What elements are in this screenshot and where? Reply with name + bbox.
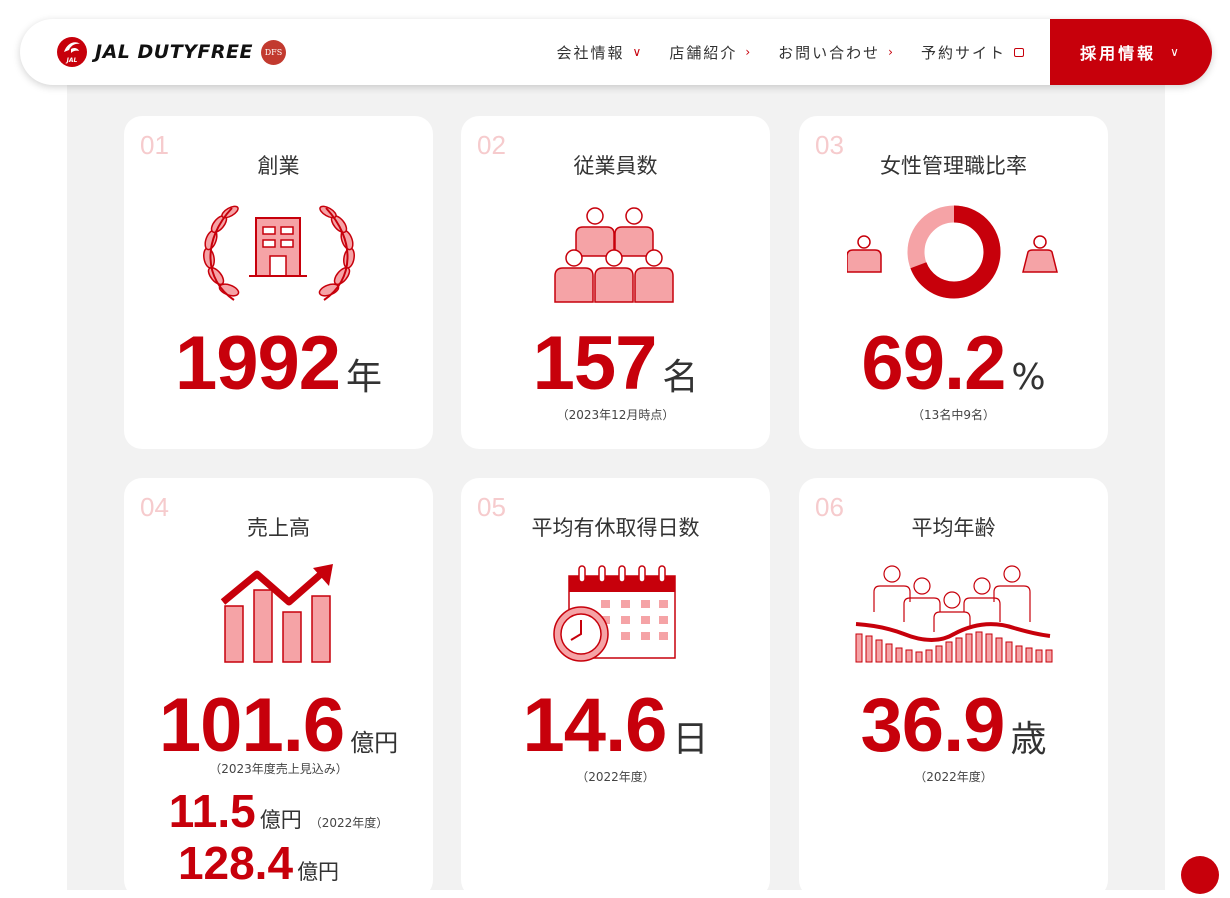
logo-wordmark: JAL DUTYFREE — [95, 41, 253, 63]
card-title: 創業 — [257, 154, 300, 178]
stat-card-female-managers: 03 女性管理職比率 69.2 % （13名中9名） — [799, 116, 1108, 449]
nav-reservation-site[interactable]: 予約サイト — [921, 42, 1024, 63]
chevron-right-icon: › — [745, 45, 753, 59]
stat-note: （13名中9名） — [912, 408, 995, 422]
chevron-down-icon: ∨ — [632, 45, 644, 59]
external-link-icon — [1014, 47, 1024, 57]
stat-card-sales: 04 売上高 101.6 億円 （2023年度売上見込み） 11.5 億円 （2… — [124, 478, 433, 898]
site-logo[interactable]: JAL JAL DUTYFREE DFS — [57, 37, 286, 67]
stat-card-employees: 02 従業員数 157 名 （2023年12月時点） — [461, 116, 770, 449]
people-group-icon — [461, 200, 770, 304]
stat-sub-row: 128.4 億円 — [124, 840, 433, 886]
calendar-clock-icon — [461, 562, 770, 666]
stat-value: 69.2 — [861, 321, 1006, 406]
recruit-info-button[interactable]: 採用情報 ∨ — [1050, 19, 1212, 85]
stat-sub-row: 11.5 億円 （2022年度） — [124, 788, 433, 834]
stat-unit: 日 — [672, 719, 709, 760]
nav-company-info[interactable]: 会社情報 ∨ — [557, 42, 644, 63]
stat-value: 157 — [532, 321, 658, 406]
card-title: 売上高 — [247, 516, 310, 540]
stat-value-row: 14.6 日 — [461, 688, 770, 764]
stat-value-row: 1992 年 — [124, 326, 433, 402]
stat-value-row: 101.6 億円 — [124, 688, 433, 764]
stat-note: （2023年度売上見込み） — [209, 762, 348, 776]
stat-value: 36.9 — [860, 683, 1006, 768]
stat-sub-note: （2022年度） — [309, 816, 389, 830]
people-age-bars-icon — [799, 562, 1108, 666]
chevron-down-icon: ∨ — [1170, 45, 1182, 59]
stat-note: （2022年度） — [914, 770, 993, 784]
stat-unit: 年 — [346, 357, 383, 398]
stat-sub-value: 11.5 — [168, 785, 256, 837]
stat-sub-value: 128.4 — [177, 837, 294, 889]
main-nav: 会社情報 ∨ 店舗紹介 › お問い合わせ › 予約サイト — [557, 19, 1024, 85]
scroll-to-top-button[interactable] — [1181, 856, 1219, 894]
card-title: 平均有休取得日数 — [531, 516, 700, 540]
stat-note: （2023年12月時点） — [556, 408, 675, 422]
stat-card-founding: 01 創業 1992 年 — [124, 116, 433, 449]
jal-crane-logo-icon: JAL — [57, 37, 87, 67]
stat-value-row: 36.9 歳 — [799, 688, 1108, 764]
nav-stores[interactable]: 店舗紹介 › — [669, 42, 752, 63]
stat-card-paid-leave: 05 平均有休取得日数 14.6 日 （2022年度） — [461, 478, 770, 898]
stat-sub-unit: 億円 — [297, 860, 340, 884]
donut-ratio-icon — [799, 200, 1108, 304]
stat-value-row: 157 名 — [461, 326, 770, 402]
growth-chart-icon — [124, 562, 433, 666]
stat-sub-unit: 億円 — [259, 808, 302, 832]
card-title: 平均年齢 — [911, 516, 996, 540]
stat-unit: % — [1011, 357, 1046, 398]
stat-unit: 名 — [662, 357, 699, 398]
stat-unit: 億円 — [350, 729, 399, 757]
stat-card-average-age: 06 平均年齢 36.9 歳 （2022年度） — [799, 478, 1108, 898]
chevron-right-icon: › — [888, 45, 895, 59]
nav-contact[interactable]: お問い合わせ › — [778, 42, 895, 63]
card-title: 従業員数 — [573, 154, 658, 178]
card-title: 女性管理職比率 — [880, 154, 1027, 178]
stat-note: （2022年度） — [576, 770, 655, 784]
stat-value: 101.6 — [158, 683, 345, 768]
stat-value-row: 69.2 % — [799, 326, 1108, 402]
stat-value: 1992 — [174, 321, 341, 406]
site-header: JAL JAL DUTYFREE DFS 会社情報 ∨ 店舗紹介 › お問い合わ… — [20, 19, 1212, 85]
stat-unit: 歳 — [1010, 719, 1047, 760]
stat-value: 14.6 — [522, 683, 668, 768]
building-laurel-icon — [124, 200, 433, 304]
dfs-badge-icon: DFS — [260, 39, 286, 65]
